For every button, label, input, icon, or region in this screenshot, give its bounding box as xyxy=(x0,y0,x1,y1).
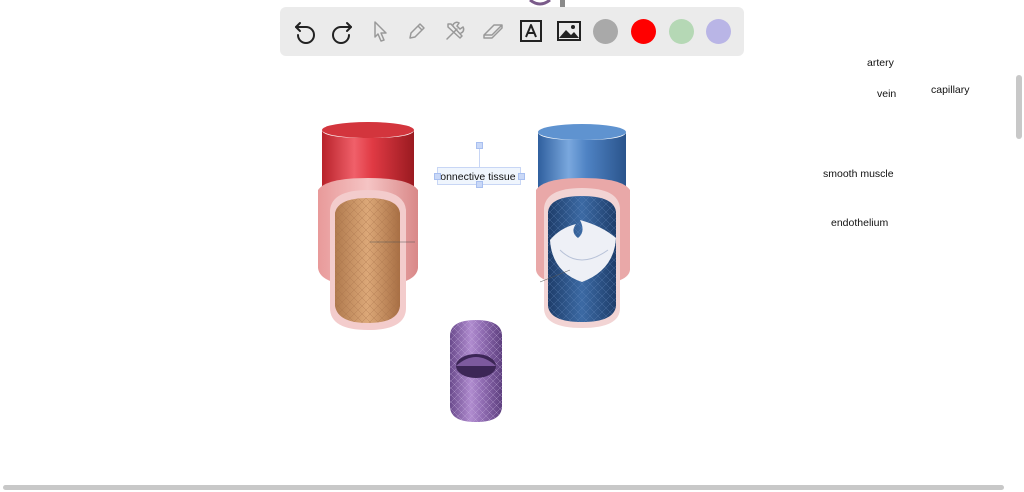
text-tool-button[interactable] xyxy=(515,15,547,47)
image-icon xyxy=(557,21,581,41)
cursor-icon xyxy=(374,21,387,42)
label-vein[interactable]: vein xyxy=(877,88,896,100)
select-tool-button[interactable] xyxy=(364,15,396,47)
rotate-handle[interactable] xyxy=(476,142,483,149)
undo-button[interactable] xyxy=(289,15,321,47)
color-swatch-gray[interactable] xyxy=(593,19,618,44)
tools-icon xyxy=(446,21,465,40)
eraser-tool-button[interactable] xyxy=(477,15,509,47)
resize-handle-right[interactable] xyxy=(518,173,525,180)
pen-icon xyxy=(409,23,425,39)
tools-button[interactable] xyxy=(439,15,471,47)
label-artery[interactable]: artery xyxy=(867,57,894,69)
color-swatch-green[interactable] xyxy=(669,19,694,44)
pen-tool-button[interactable] xyxy=(401,15,433,47)
resize-handle-left[interactable] xyxy=(434,173,441,180)
redo-icon xyxy=(332,22,352,44)
capillary-illustration xyxy=(450,320,502,422)
redo-button[interactable] xyxy=(326,15,358,47)
rotate-handle-line xyxy=(479,149,480,167)
label-capillary[interactable]: capillary xyxy=(931,84,970,96)
image-tool-button[interactable] xyxy=(553,15,585,47)
undo-icon xyxy=(295,22,315,44)
vein-illustration xyxy=(536,124,630,328)
drawing-canvas[interactable]: artery vein capillary smooth muscle endo… xyxy=(0,0,1024,492)
drawing-toolbar xyxy=(280,7,744,56)
vertical-scrollbar[interactable] xyxy=(1016,75,1022,139)
text-box-icon xyxy=(520,20,542,42)
horizontal-scrollbar[interactable] xyxy=(3,485,1004,490)
label-endothelium[interactable]: endothelium xyxy=(831,217,888,229)
artery-illustration xyxy=(318,122,418,330)
color-swatch-red[interactable] xyxy=(631,19,656,44)
resize-handle-bottom[interactable] xyxy=(476,181,483,188)
label-smooth-muscle[interactable]: smooth muscle xyxy=(823,168,894,180)
eraser-icon xyxy=(483,24,503,39)
color-swatch-purple[interactable] xyxy=(706,19,731,44)
